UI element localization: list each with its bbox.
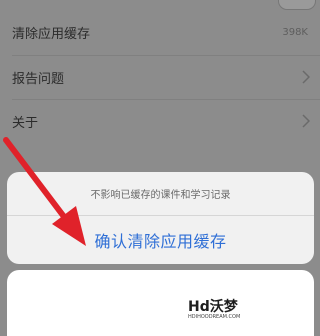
settings-item-about[interactable]: 关于	[0, 99, 320, 143]
chevron-right-icon	[302, 114, 310, 128]
cache-size-value: 398K	[282, 26, 308, 38]
action-sheet: 不影响已缓存的课件和学习记录 确认清除应用缓存	[7, 172, 314, 264]
watermark: Hd沃梦 HDIHOODREAM.COM	[188, 296, 244, 322]
chevron-right-icon	[302, 70, 310, 84]
settings-item-label: 清除应用缓存	[12, 26, 91, 42]
settings-item-report-issue[interactable]: 报告问题	[0, 55, 320, 99]
settings-item-label: 关于	[12, 115, 39, 131]
settings-item-label: 报告问题	[12, 71, 65, 87]
confirm-clear-cache-button[interactable]: 确认清除应用缓存	[7, 216, 314, 264]
watermark-url: HDIHOODREAM.COM	[188, 314, 241, 320]
toggle-switch[interactable]	[278, 0, 316, 10]
watermark-logo-text: Hd沃梦	[188, 299, 238, 315]
settings-item-clear-cache[interactable]: 清除应用缓存 398K	[0, 10, 320, 54]
sheet-message: 不影响已缓存的课件和学习记录	[90, 190, 231, 201]
cancel-button[interactable]	[7, 270, 314, 336]
